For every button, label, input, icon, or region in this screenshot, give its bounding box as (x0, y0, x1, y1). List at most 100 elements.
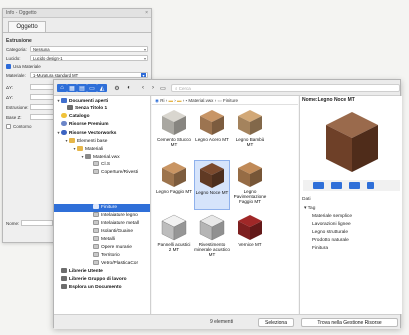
material-thumbnail-label: Legno Faggio MT (156, 189, 193, 194)
back-icon[interactable]: ‹ (138, 84, 148, 92)
nome-field[interactable] (21, 220, 53, 226)
material-swatch (238, 110, 262, 135)
materiale-label: Materiale: (6, 73, 26, 78)
gear-icon[interactable]: ⚙ (112, 84, 122, 92)
material-thumbnail[interactable]: Legno Faggio MT (156, 160, 192, 210)
material-thumbnail[interactable]: Legno Acero MT (194, 108, 230, 158)
tree-item-label: Librerie Utente (69, 269, 103, 274)
folder-icon (93, 204, 99, 210)
folder-open-icon[interactable]: ▭ (158, 84, 168, 92)
preview-shape-button[interactable] (313, 182, 324, 189)
material-thumbnail[interactable]: Legno Noce MT (194, 160, 230, 210)
file-icon (67, 105, 73, 111)
tab-oggetto[interactable]: Oggetto (8, 21, 46, 32)
tree-item-metalli[interactable]: Metalli (93, 236, 115, 244)
home-icon[interactable]: ⌂ (57, 84, 67, 92)
nome-label: Nome: (6, 221, 20, 226)
tree-item-senza-titolo[interactable]: Senza Titolo 1 (67, 105, 107, 113)
tree-item-opere-murarie[interactable]: Opere murarie (93, 244, 132, 252)
tree-item-materiali[interactable]: ▾ Materiali (72, 145, 103, 153)
folder-icon (93, 169, 99, 175)
dy-label: ΔY: (6, 95, 14, 100)
material-thumbnail[interactable]: Legno Bambù MT (232, 108, 268, 158)
tree-item-cls[interactable]: Cl.S (93, 161, 110, 169)
material-thumbnail[interactable]: Rivestimento minerale acustico MT (194, 213, 230, 265)
folder-icon: ▬ (168, 98, 173, 103)
close-icon[interactable]: × (145, 9, 148, 18)
view-toggle-icon[interactable]: ◐ (124, 84, 134, 92)
usa-materiale-checkbox[interactable] (6, 64, 11, 69)
tree-item-librerie-gruppo[interactable]: Librerie Gruppo di lavoro (56, 276, 127, 284)
tree-item-librerie-utente[interactable]: Librerie Utente (56, 268, 103, 276)
material-preview (326, 112, 378, 172)
folder-icon[interactable]: ▭ (87, 84, 97, 92)
search-input[interactable]: ⌕ Cerca (171, 84, 400, 92)
grid-icon[interactable]: ▤ (77, 84, 87, 92)
estrusione-label: Estrusione: (6, 105, 29, 110)
preview-size-button[interactable] (367, 182, 374, 189)
folder-icon (93, 161, 99, 167)
vectorworks-icon: ◉ (155, 98, 159, 103)
tree-item-finiture[interactable]: Finiture (93, 204, 117, 212)
category-select[interactable]: Nessuna ▾ (30, 46, 148, 52)
contorno-checkbox[interactable] (6, 124, 11, 129)
find-in-resource-manager-button[interactable]: Trova nella Gestione Risorse (301, 318, 398, 327)
tree-item-label: Coperture/Rivesti (101, 170, 139, 175)
tree-item-intelaiature-metall[interactable]: Intelaiature metall (93, 220, 139, 228)
tree-item-label: Territorio (101, 253, 120, 258)
preview-light-button[interactable] (331, 182, 342, 189)
details-panel: Nome:Legno Noce MT Dati ▾ Tag Materiale … (299, 96, 402, 314)
tree-item-label: Documenti aperti (69, 99, 109, 104)
tree-item-coperture[interactable]: Coperture/Rivesti (93, 169, 138, 177)
tree-item-esplora[interactable]: Esplora un Documento (56, 284, 122, 292)
tree-item-material-vwx[interactable]: ▾ Material.vwx (80, 153, 119, 161)
tree-item-elementi-base[interactable]: ▾ Elementi base (64, 137, 107, 145)
tag-item: Lavorazioni lignee (312, 222, 351, 227)
tree-item-label: Risorse Premium (69, 122, 109, 127)
group-library-icon (61, 276, 67, 282)
material-thumbnail[interactable]: Pannelli acustici 2 MT (156, 213, 192, 265)
tree-item-label: Metalli (101, 237, 115, 242)
materials-icon[interactable]: ▦ (67, 84, 77, 92)
tree-item-isolanti[interactable]: Isolanti/Guaine (93, 228, 133, 236)
breadcrumb-file[interactable]: Material.vwx (188, 98, 213, 103)
tree-item-risorse-premium[interactable]: Risorse Premium (56, 121, 108, 129)
tree-item-label: Senza Titolo 1 (75, 106, 108, 111)
chevron-right-icon: › (214, 98, 217, 103)
filter-icon[interactable]: ◭ (97, 84, 107, 92)
material-swatch (162, 110, 186, 135)
breadcrumb-folder[interactable]: Finiture (223, 98, 238, 103)
material-thumbnail[interactable]: Cemento Stucco MT (156, 108, 192, 158)
item-count: 9 elementi (210, 319, 234, 325)
tree-item-label: Intelaiature metall (101, 221, 139, 226)
material-thumbnail-label: Vernice MT (238, 242, 262, 247)
tree-item-documenti-aperti[interactable]: ▾ Documenti aperti (56, 97, 108, 105)
tree-item-risorse-vectorworks[interactable]: ▾ Risorse Vectorworks (56, 129, 116, 137)
material-thumbnail-label: Legno Pavimentazione Faggio MT (233, 189, 267, 205)
breadcrumb-root[interactable]: Ri (160, 98, 164, 103)
tree-item-intelaiature-legno[interactable]: Intelaiature legno (93, 212, 138, 220)
chevron-right-icon: › (182, 98, 185, 103)
materiale-select[interactable]: 1-Muratura standard MT ▾ (30, 72, 148, 78)
material-thumbnail[interactable]: Legno Pavimentazione Faggio MT (232, 160, 268, 210)
folder-icon (93, 252, 99, 258)
info-palette-titlebar[interactable]: Info - Oggetto × (3, 9, 151, 18)
lucido-select[interactable]: Lucido design-1 ▾ (30, 55, 148, 61)
lucido-label: Lucido: (6, 56, 21, 61)
select-button[interactable]: Seleziona (258, 318, 294, 327)
tree-item-label: Esplora un Documento (69, 285, 122, 290)
tree-item-catalogo[interactable]: Catalogo (56, 113, 90, 121)
file-icon (85, 154, 91, 160)
tree-item-label: Finiture (101, 205, 117, 210)
tree-item-territorio[interactable]: Territorio (93, 252, 120, 260)
material-thumbnail-label: Pannelli acustici 2 MT (157, 242, 191, 253)
tree-item-vetro[interactable]: Vetro/PlasticaCor (93, 260, 138, 268)
details-name-value: Legno Noce MT (317, 97, 355, 103)
preview-background-button[interactable] (349, 182, 360, 189)
material-thumbnail[interactable]: Vernice MT (232, 213, 268, 265)
info-palette-title: Info - Oggetto (6, 10, 37, 16)
details-tag-header[interactable]: ▾ Tag (304, 206, 315, 211)
resource-tree[interactable]: ▾ Documenti aperti Senza Titolo 1 Catalog… (54, 96, 151, 314)
forward-icon[interactable]: › (148, 84, 158, 92)
tree-item-label: Isolanti/Guaine (101, 229, 133, 234)
